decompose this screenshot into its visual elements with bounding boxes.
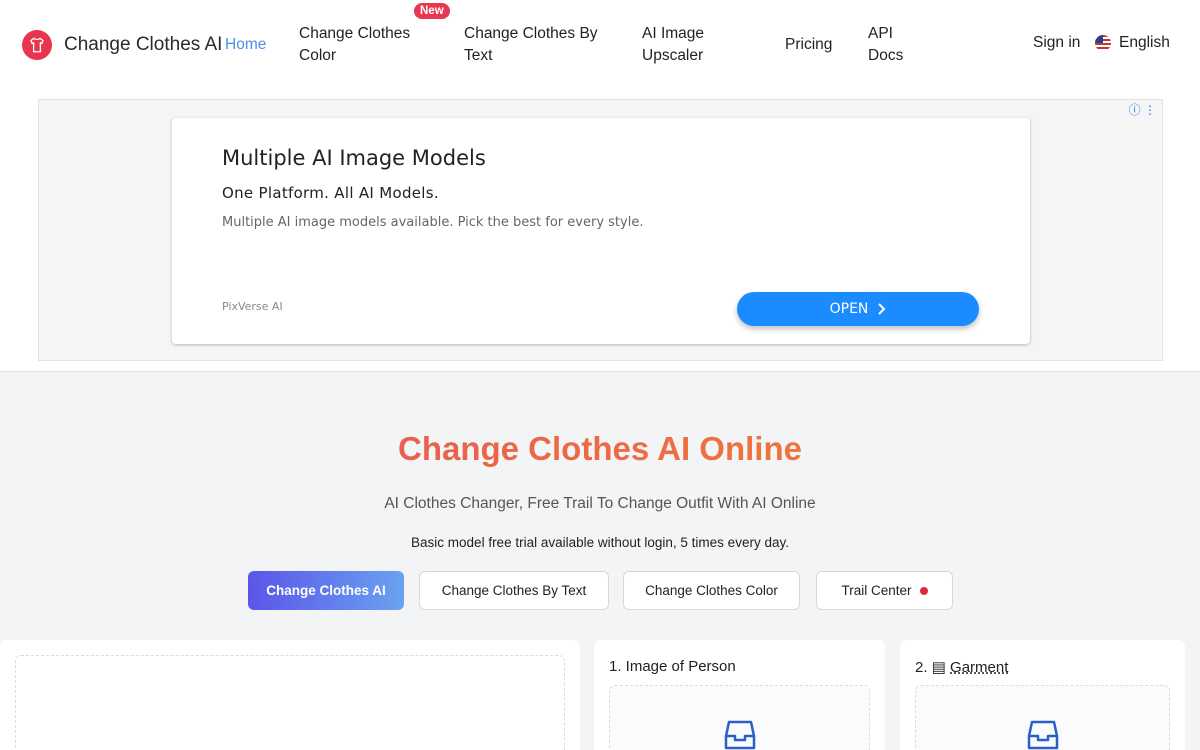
person-upload-area[interactable] xyxy=(609,685,870,750)
ad-source: PixVerse AI xyxy=(222,300,283,313)
language-selector[interactable]: English xyxy=(1095,34,1170,52)
trial-note: Basic model free trial available without… xyxy=(411,535,789,550)
result-area xyxy=(15,655,565,750)
nav-pricing[interactable]: Pricing xyxy=(785,34,832,56)
tab-change-clothes-by-text[interactable]: Change Clothes By Text xyxy=(419,571,609,610)
ad-card[interactable]: Multiple AI Image Models One Platform. A… xyxy=(172,118,1030,344)
nav-home[interactable]: Home xyxy=(225,34,266,56)
ad-area: ⓘ ⋮ Multiple AI Image Models One Platfor… xyxy=(0,90,1200,372)
person-label: 1. Image of Person xyxy=(609,658,736,675)
ad-description: Multiple AI image models available. Pick… xyxy=(222,215,644,230)
upload-tray-icon xyxy=(1027,720,1058,750)
sign-in-link[interactable]: Sign in xyxy=(1033,34,1080,52)
tab-change-clothes-color[interactable]: Change Clothes Color xyxy=(623,571,800,610)
us-flag-icon xyxy=(1095,35,1111,51)
tab-trail-center-label: Trail Center xyxy=(841,583,912,598)
notification-dot xyxy=(919,586,928,595)
ad-open-button[interactable]: OPEN xyxy=(737,292,979,326)
garment-icon: ▤ xyxy=(931,659,946,676)
garment-number: 2. xyxy=(915,659,928,676)
tshirt-logo-icon[interactable] xyxy=(22,30,52,60)
ad-frame: ⓘ ⋮ Multiple AI Image Models One Platfor… xyxy=(38,99,1163,361)
nav-api-docs[interactable]: API Docs xyxy=(868,23,918,67)
garment-label-row: 2. ▤ Garment xyxy=(915,658,1008,676)
site-header: Change Clothes AI Home Change Clothes Co… xyxy=(0,0,1200,90)
upload-tray-icon xyxy=(724,720,755,750)
tab-change-clothes-ai[interactable]: Change Clothes AI xyxy=(248,571,404,610)
result-panel xyxy=(0,640,580,750)
page-title: Change Clothes AI Online xyxy=(0,430,1200,468)
language-label: English xyxy=(1119,34,1170,51)
ad-info-icon[interactable]: ⓘ ⋮ xyxy=(1129,101,1156,118)
ad-open-label: OPEN xyxy=(829,301,869,317)
tab-trail-center[interactable]: Trail Center xyxy=(816,571,953,610)
nav-ai-image-upscaler[interactable]: AI Image Upscaler xyxy=(642,23,732,67)
nav-change-clothes-by-text[interactable]: Change Clothes By Text xyxy=(464,23,614,67)
ad-subtitle: One Platform. All AI Models. xyxy=(222,184,439,202)
nav-change-clothes-color[interactable]: Change Clothes Color xyxy=(299,23,429,67)
new-badge: New xyxy=(414,3,450,19)
ad-title: Multiple AI Image Models xyxy=(222,146,486,170)
page-subtitle: AI Clothes Changer, Free Trail To Change… xyxy=(384,495,816,512)
person-panel: 1. Image of Person xyxy=(594,640,885,750)
chevron-right-icon xyxy=(878,303,886,315)
garment-upload-area[interactable] xyxy=(915,685,1170,750)
brand-name[interactable]: Change Clothes AI xyxy=(64,34,222,56)
garment-panel: 2. ▤ Garment xyxy=(900,640,1185,750)
garment-label[interactable]: Garment xyxy=(950,659,1008,676)
